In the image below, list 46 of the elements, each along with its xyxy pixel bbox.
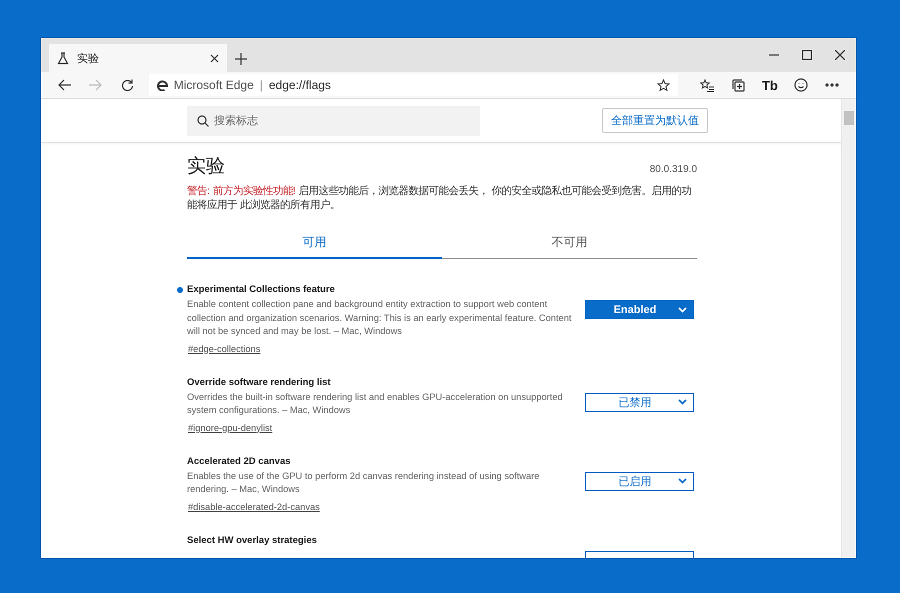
reset-all-button[interactable]: 全部重置为默认值 [602, 108, 708, 133]
flag-dropdown[interactable]: 已启用 [585, 472, 694, 490]
flag-name: Override software rendering list [187, 376, 332, 388]
flag-link[interactable]: #edge-collections [188, 344, 260, 354]
smiley-icon [794, 78, 808, 92]
star-list-icon [700, 78, 714, 92]
flag-name: Select HW overlay strategies [187, 534, 318, 546]
flag-link[interactable]: #disable-accelerated-2d-canvas [188, 502, 320, 512]
extension-button[interactable]: Tb [754, 73, 786, 97]
flag-description: Overrides the built-in software rendering list and enables GPU-acceleration on unsupported system configurations. – Mac, Windows [187, 390, 564, 417]
browser-tab[interactable]: 实验 [49, 44, 227, 72]
search-icon [197, 114, 209, 126]
warning-text: 警告: 前方为实验性功能! 启用这些功能后，浏览器数据可能会丢失， 你的安全或隐私也可能会受到危害。启用的功能将应用于 此浏览器的所有用户。 [187, 185, 692, 213]
browser-logo-icon [156, 80, 168, 90]
version-text: 80.0.319.0 [650, 164, 697, 175]
flags-tab[interactable]: 不可用 [442, 227, 697, 259]
chevron-down-icon [678, 478, 687, 484]
url-text: edge://flags [268, 78, 332, 92]
back-arrow-icon [58, 79, 72, 91]
flag-link[interactable]: #ignore-gpu-denylist [188, 422, 272, 432]
forward-arrow-icon [89, 79, 102, 91]
flag-dropdown[interactable]: 已禁用 [585, 392, 694, 412]
flag-dropdown[interactable]: Enabled [585, 300, 694, 319]
search-field[interactable]: 搜索标志 [187, 106, 480, 136]
site-label: Microsoft Edge [174, 78, 254, 92]
flag-description: Enables the use of the GPU to perform 2d canvas rendering instead of using software rendering. – Mac, Windows [187, 470, 540, 496]
plus-icon [235, 53, 247, 65]
more-icon [825, 83, 840, 87]
maximize-icon [802, 50, 812, 60]
chevron-down-icon [678, 306, 687, 312]
tab-title: 实验 [77, 52, 100, 66]
close-icon[interactable] [210, 54, 219, 62]
collections-icon [732, 78, 746, 92]
close-icon [834, 50, 844, 60]
page-title: 实验 [187, 155, 225, 179]
star-icon[interactable] [657, 78, 670, 92]
address-separator: | [260, 78, 263, 92]
address-bar[interactable]: Microsoft Edge | edge://flags [148, 74, 678, 96]
chevron-down-icon [678, 399, 687, 405]
flask-icon [57, 52, 69, 64]
new-tab-button[interactable] [235, 53, 247, 65]
flag-name: Accelerated 2D canvas [187, 456, 292, 466]
flag-name: Experimental Collections feature [187, 284, 336, 295]
flag-description: Enable content collection pane and background entity extraction to support web content collection and organization scenarios. Warning: This is an early experimental feature. Content will not be synced and may be lost. – Mac, Windows [187, 298, 572, 338]
flags-tab[interactable]: 可用 [187, 227, 442, 259]
refresh-icon [120, 78, 134, 92]
